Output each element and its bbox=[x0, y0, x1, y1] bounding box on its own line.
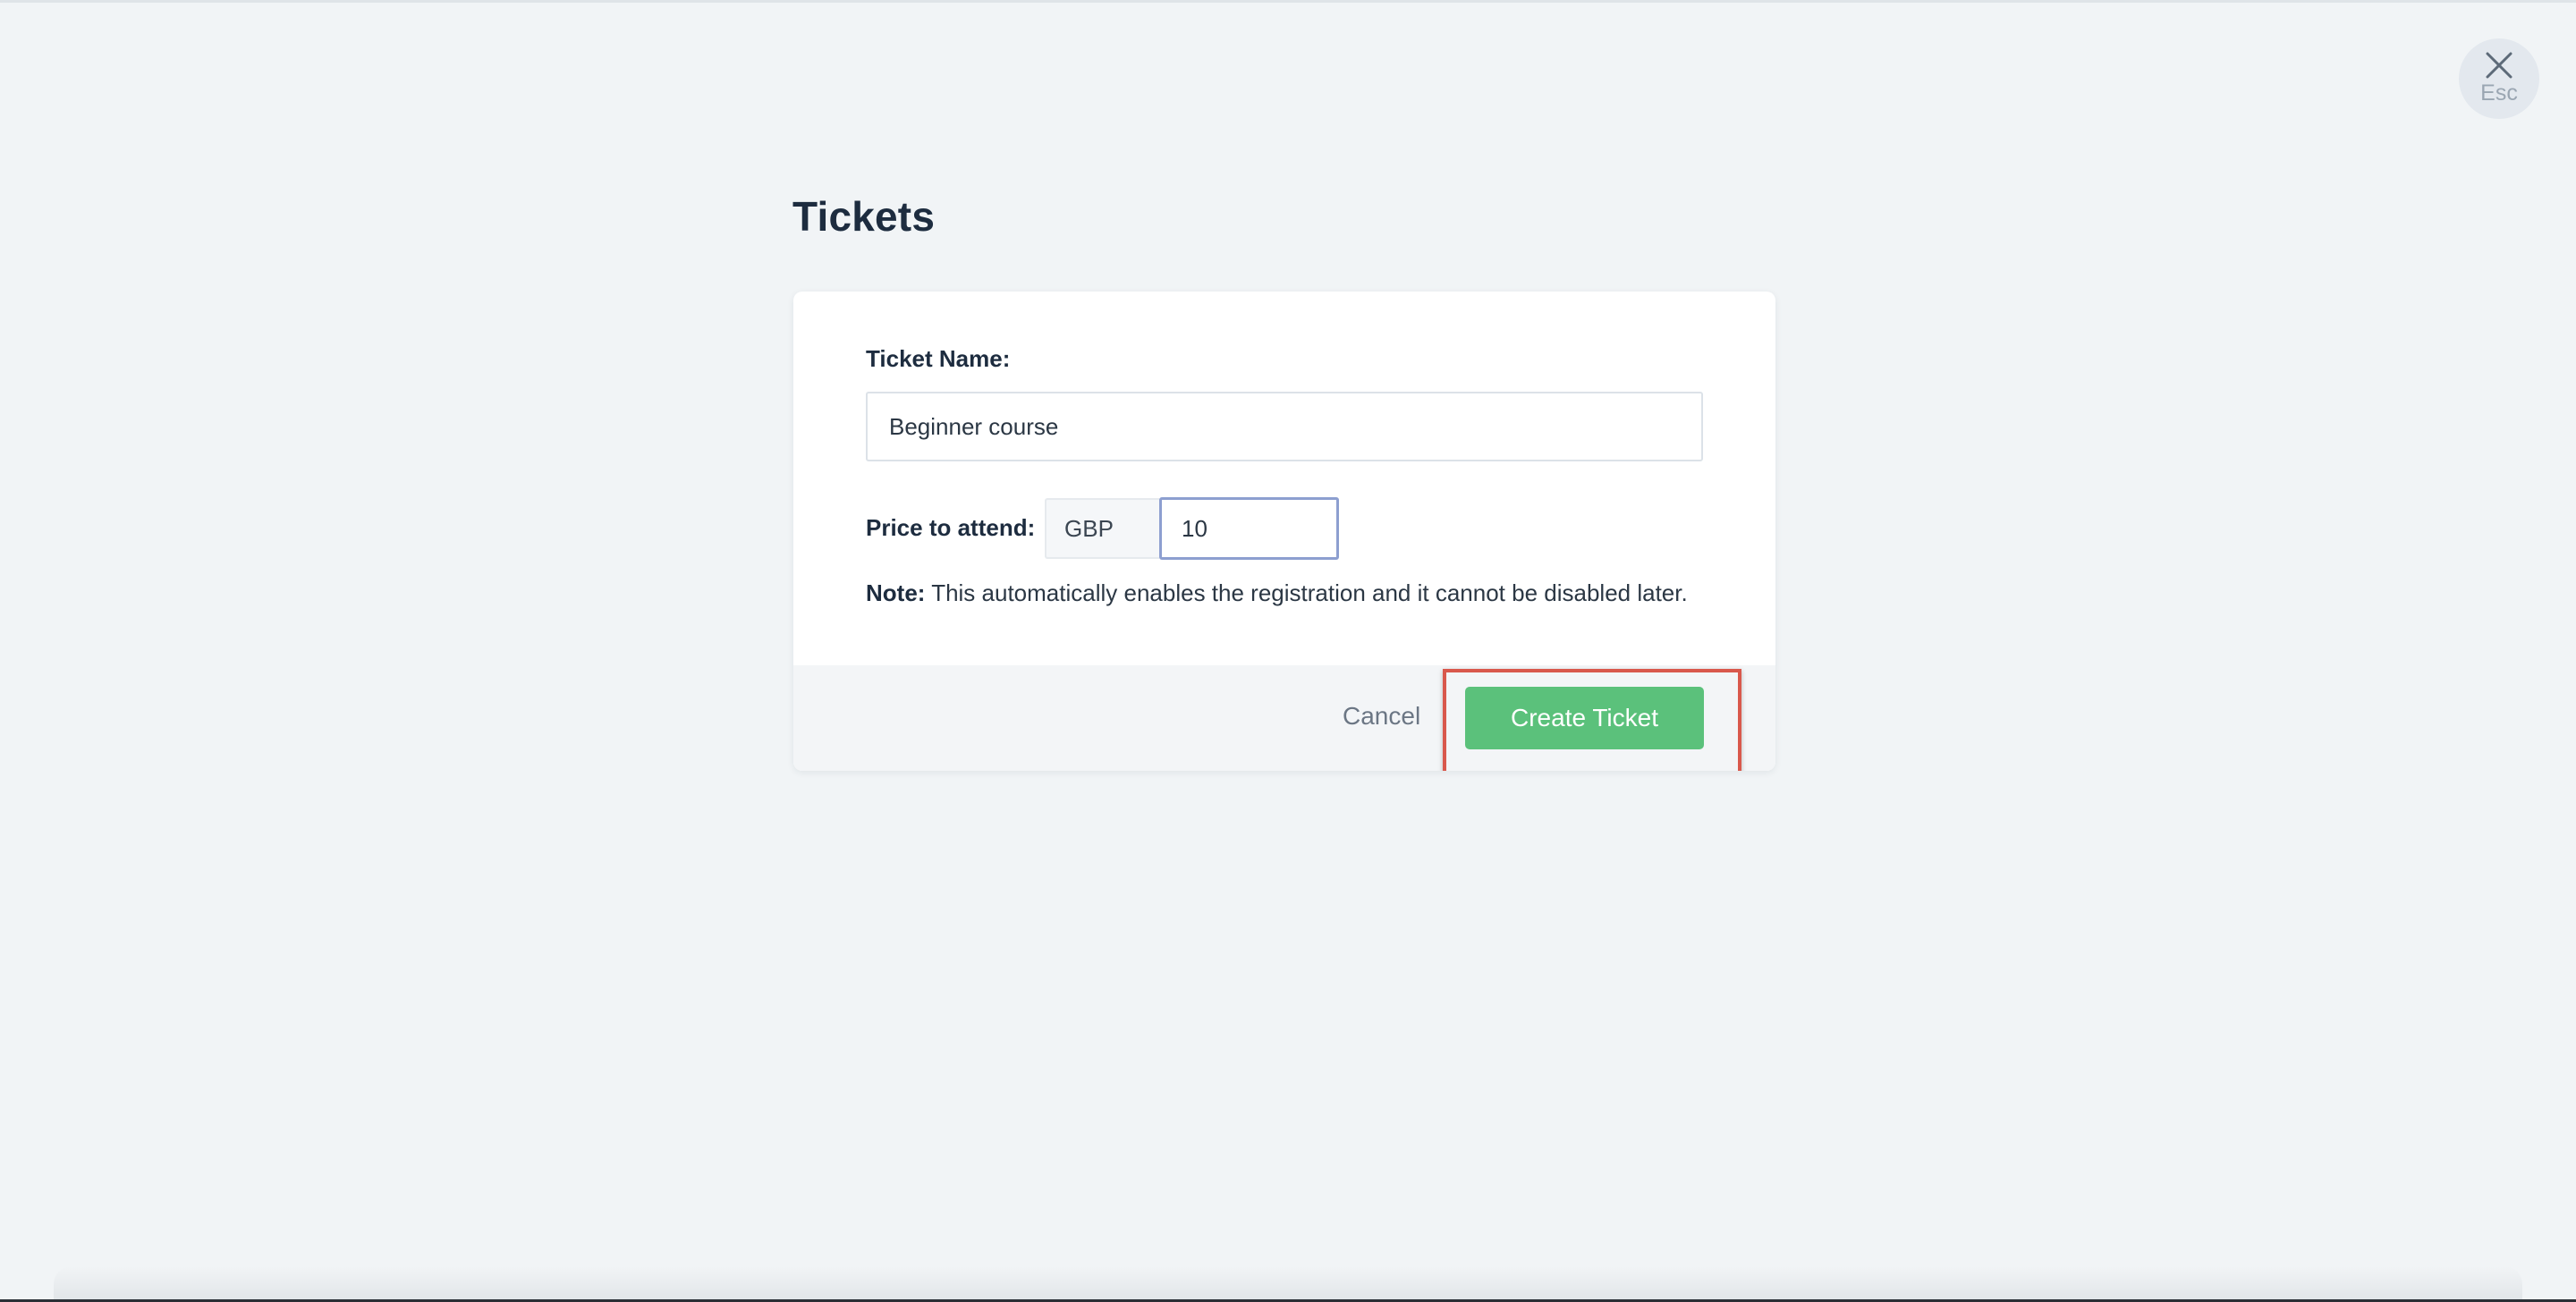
ticket-form-card: Ticket Name: Price to attend: GBP Note: … bbox=[793, 292, 1775, 771]
ticket-form-footer: Cancel Create Ticket bbox=[793, 665, 1775, 771]
top-divider bbox=[0, 0, 2576, 3]
ticket-name-label: Ticket Name: bbox=[866, 345, 1011, 372]
cancel-button[interactable]: Cancel bbox=[1343, 702, 1420, 731]
currency-code: GBP bbox=[1064, 514, 1114, 542]
price-label: Price to attend: bbox=[866, 514, 1036, 541]
ticket-form-body: Ticket Name: Price to attend: GBP Note: … bbox=[793, 292, 1775, 665]
page-title: Tickets bbox=[792, 193, 936, 240]
registration-note: Note: This automatically enables the reg… bbox=[866, 579, 1688, 607]
close-icon bbox=[2486, 52, 2512, 78]
create-ticket-button[interactable]: Create Ticket bbox=[1465, 687, 1704, 749]
note-prefix: Note: bbox=[866, 579, 926, 606]
close-button[interactable]: Esc bbox=[2459, 38, 2539, 119]
price-input[interactable] bbox=[1159, 497, 1339, 560]
esc-label: Esc bbox=[2480, 80, 2518, 106]
ticket-name-input[interactable] bbox=[866, 392, 1703, 461]
note-text: This automatically enables the registrat… bbox=[925, 579, 1688, 606]
bottom-shadow bbox=[54, 1266, 2522, 1302]
currency-addon: GBP bbox=[1045, 498, 1159, 559]
